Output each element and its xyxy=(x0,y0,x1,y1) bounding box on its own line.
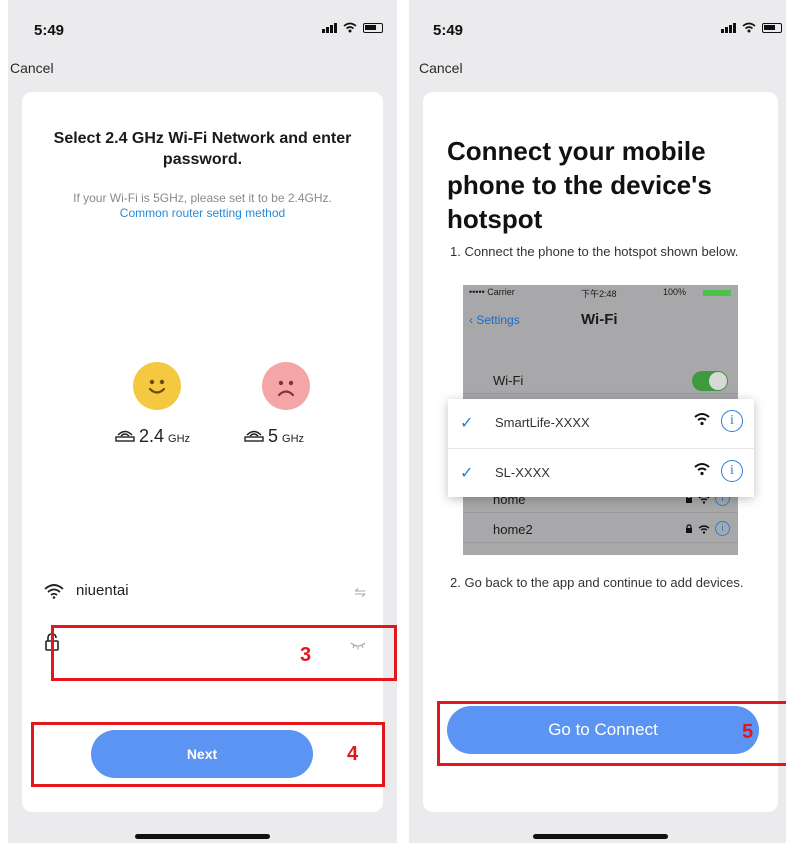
band-5ghz: 5 GHz xyxy=(244,426,304,447)
band-hint: If your Wi-Fi is 5GHz, please set it to … xyxy=(73,191,332,205)
content-card: Select 2.4 GHz Wi-Fi Network and enter p… xyxy=(22,92,383,812)
hotspot-row: ✓ SL-XXXX i xyxy=(448,448,754,497)
battery-icon xyxy=(363,22,383,33)
wifi-network-name: niuentai xyxy=(76,582,129,599)
annotation-number-4: 4 xyxy=(347,743,359,765)
status-time: 5:49 xyxy=(433,22,464,39)
cancel-link[interactable]: Cancel xyxy=(419,60,463,76)
mock-carrier: ••••• Carrier xyxy=(469,287,515,297)
router-icon xyxy=(244,430,264,442)
status-icons xyxy=(322,22,383,33)
wifi-status-icon xyxy=(742,22,756,33)
mock-back-link: ‹ Settings xyxy=(469,313,520,327)
annotation-box-4 xyxy=(31,722,385,787)
annotation-number-5: 5 xyxy=(742,721,754,743)
step-2-text: 2. Go back to the app and continue to ad… xyxy=(450,575,744,590)
signal-icon xyxy=(322,22,337,33)
annotation-box-5 xyxy=(437,701,786,766)
left-phone-screen: 5:49 Cancel Select 2.4 GHz Wi-Fi Network… xyxy=(8,0,397,843)
mock-wifi-label: Wi-Fi xyxy=(493,373,524,388)
status-icons xyxy=(721,22,782,33)
wifi-icon xyxy=(698,524,710,534)
wifi-icon xyxy=(44,583,64,599)
checkmark-icon: ✓ xyxy=(460,415,474,432)
status-time: 5:49 xyxy=(34,22,65,39)
info-icon: i xyxy=(721,410,743,432)
sad-face-icon xyxy=(262,362,310,410)
home-indicator[interactable] xyxy=(533,834,668,839)
mock-nav-bar: ‹ Settings Wi-Fi xyxy=(463,307,738,337)
page-title: Select 2.4 GHz Wi-Fi Network and enter p… xyxy=(53,130,352,168)
cancel-link[interactable]: Cancel xyxy=(10,60,54,76)
info-icon: i xyxy=(721,460,743,482)
wifi-icon xyxy=(694,463,710,476)
mock-network-name: home2 xyxy=(493,522,533,537)
router-icon xyxy=(115,430,135,442)
annotation-box-3 xyxy=(51,625,397,681)
signal-icon xyxy=(721,22,736,33)
wifi-network-row[interactable]: niuentai ⇋ xyxy=(44,582,366,601)
router-setting-link[interactable]: Common router setting method xyxy=(22,206,383,220)
wifi-icon xyxy=(694,413,710,426)
step-1-text: 1. Connect the phone to the hotspot show… xyxy=(450,244,739,259)
band-unit: GHz xyxy=(168,433,191,445)
battery-icon xyxy=(762,22,782,33)
mock-status-bar: ••••• Carrier 下午2:48 100% xyxy=(463,287,738,301)
band-value: 5 xyxy=(268,426,279,446)
mock-network-icons: i xyxy=(685,521,730,536)
mock-battery: 100% xyxy=(663,287,687,297)
mock-title: Wi-Fi xyxy=(581,311,618,328)
hotspot-row: ✓ SmartLife-XXXX i xyxy=(448,399,754,448)
lock-icon xyxy=(686,523,692,533)
annotation-number-3: 3 xyxy=(300,644,312,666)
checkmark-icon: ✓ xyxy=(460,465,474,482)
happy-face-icon xyxy=(133,362,181,410)
switch-network-icon[interactable]: ⇋ xyxy=(354,584,366,601)
mock-toggle-icon xyxy=(692,371,728,391)
info-icon: i xyxy=(715,521,730,536)
mock-battery-icon xyxy=(703,290,731,296)
mock-time: 下午2:48 xyxy=(581,289,617,299)
hotspot-list-popup: ✓ SmartLife-XXXX i ✓ SL-XXXX i xyxy=(448,399,754,497)
page-title: Connect your mobile phone to the device'… xyxy=(447,136,712,234)
mock-wifi-toggle-row: Wi-Fi xyxy=(463,368,738,394)
wifi-status-icon xyxy=(343,22,357,33)
band-2-4ghz: 2.4 GHz xyxy=(115,426,190,447)
home-indicator[interactable] xyxy=(135,834,270,839)
hotspot-name: SL-XXXX xyxy=(495,465,550,480)
band-unit: GHz xyxy=(282,433,305,445)
hotspot-name: SmartLife-XXXX xyxy=(495,415,590,430)
mock-network-row: home2 i xyxy=(463,517,738,543)
band-value: 2.4 xyxy=(139,426,165,446)
